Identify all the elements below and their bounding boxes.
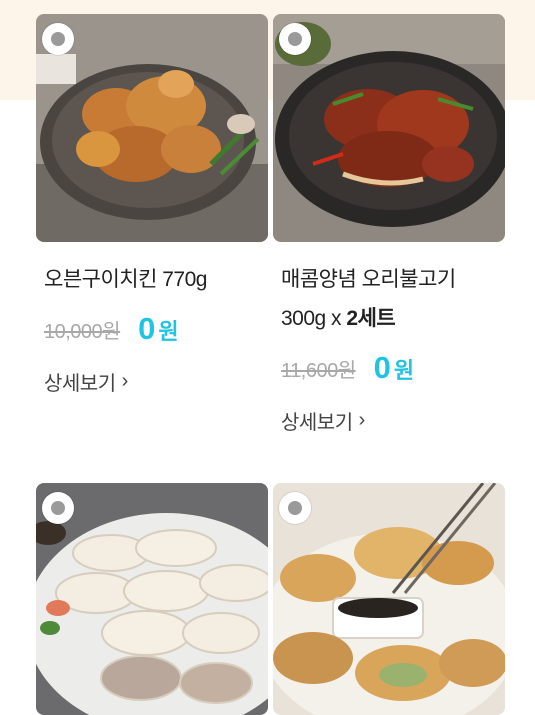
- product-card-pan-fried-dumplings[interactable]: [273, 483, 505, 715]
- radio-select-icon: [51, 32, 65, 46]
- product-image-oven-chicken[interactable]: [36, 14, 268, 242]
- product-name-weight: 300g x: [281, 307, 347, 330]
- chevron-right-icon: ›: [358, 409, 366, 431]
- radio-select-icon: [288, 501, 302, 515]
- detail-link[interactable]: 상세보기 ›: [44, 367, 128, 396]
- product-name: 오븐구이치킨 770g: [44, 260, 268, 299]
- sale-price: 0 원: [374, 350, 415, 386]
- product-name-text: 오븐구이치킨 770g: [44, 268, 207, 291]
- original-price: 10,000원: [44, 320, 121, 343]
- product-image-duck-bulgogi[interactable]: [273, 14, 505, 242]
- sale-price-number: 0: [138, 311, 156, 346]
- radio-select-icon: [51, 501, 65, 515]
- select-radio-button[interactable]: [42, 492, 74, 524]
- price-row: 11,600원 0 원: [281, 348, 505, 388]
- sale-price-unit: 원: [393, 358, 415, 383]
- sale-price: 0 원: [138, 311, 179, 347]
- product-name-line-2: 300g x 2세트: [281, 299, 505, 338]
- product-image-pan-fried-dumplings[interactable]: [273, 483, 505, 715]
- product-card-duck-bulgogi[interactable]: 매콤양념 오리불고기 300g x 2세트 11,600원 0 원 상세보기 ›: [273, 14, 505, 435]
- price-row: 10,000원 0 원: [44, 309, 268, 349]
- product-name-set-count: 2세트: [346, 307, 396, 330]
- detail-link-label: 상세보기: [44, 373, 116, 395]
- product-name-line-1: 매콤양념 오리불고기: [281, 268, 456, 291]
- product-image-steamed-dumplings[interactable]: [36, 483, 268, 715]
- product-card-steamed-dumplings[interactable]: [36, 483, 268, 715]
- product-card-oven-chicken[interactable]: 오븐구이치킨 770g 10,000원 0 원 상세보기 ›: [36, 14, 268, 396]
- chevron-right-icon: ›: [121, 370, 129, 392]
- sale-price-number: 0: [373, 350, 391, 385]
- sale-price-unit: 원: [158, 319, 179, 344]
- select-radio-button[interactable]: [279, 492, 311, 524]
- select-radio-button[interactable]: [42, 23, 74, 55]
- select-radio-button[interactable]: [279, 23, 311, 55]
- detail-link[interactable]: 상세보기 ›: [281, 406, 365, 435]
- original-price: 11,600원: [281, 359, 356, 382]
- product-name: 매콤양념 오리불고기 300g x 2세트: [281, 260, 505, 338]
- detail-link-label: 상세보기: [281, 412, 353, 434]
- radio-select-icon: [288, 32, 302, 46]
